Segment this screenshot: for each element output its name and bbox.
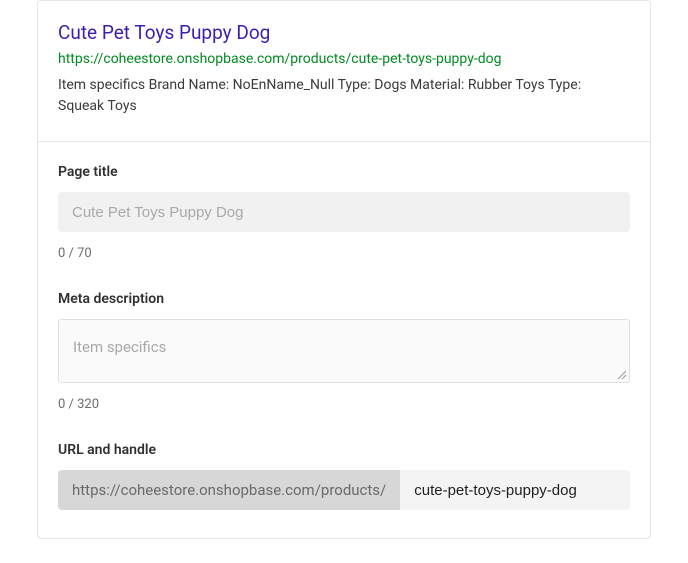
seo-preview-description: Item specifics Brand Name: NoEnName_Null…: [58, 75, 630, 117]
seo-preview: Cute Pet Toys Puppy Dog https://coheesto…: [38, 1, 650, 142]
meta-description-field: Meta description 0 / 320: [58, 291, 630, 412]
page-title-counter: 0 / 70: [58, 246, 630, 261]
page-title-field: Page title 0 / 70: [58, 164, 630, 261]
seo-preview-title: Cute Pet Toys Puppy Dog: [58, 21, 630, 46]
seo-card: Cute Pet Toys Puppy Dog https://coheesto…: [37, 0, 651, 539]
page-title-label: Page title: [58, 164, 630, 180]
url-handle-field: URL and handle https://coheestore.onshop…: [58, 442, 630, 510]
meta-description-input[interactable]: [59, 320, 629, 378]
page-title-input[interactable]: [58, 192, 630, 232]
meta-description-counter: 0 / 320: [58, 397, 630, 412]
meta-description-wrap: [58, 319, 630, 383]
url-handle-row: https://coheestore.onshopbase.com/produc…: [58, 470, 630, 510]
meta-description-label: Meta description: [58, 291, 630, 307]
url-prefix: https://coheestore.onshopbase.com/produc…: [58, 470, 400, 510]
url-handle-input[interactable]: [400, 470, 630, 510]
url-handle-label: URL and handle: [58, 442, 630, 458]
seo-preview-url: https://coheestore.onshopbase.com/produc…: [58, 50, 630, 70]
seo-form: Page title 0 / 70 Meta description 0 / 3…: [38, 142, 650, 538]
